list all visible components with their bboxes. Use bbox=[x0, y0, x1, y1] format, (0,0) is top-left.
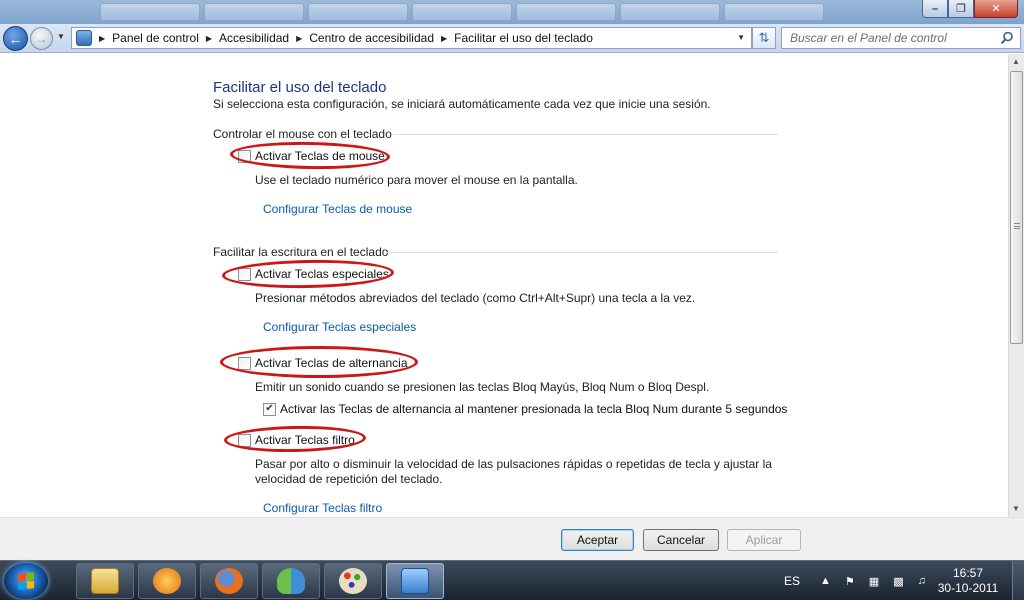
breadcrumb-panel-de-control[interactable]: Panel de control bbox=[112, 31, 199, 45]
control-panel-icon bbox=[76, 30, 92, 46]
section-heading-typing: Facilitar la escritura en el teclado bbox=[213, 245, 778, 259]
chevron-right-icon[interactable]: ▶ bbox=[296, 34, 302, 43]
clock[interactable]: 16:57 30-10-2011 bbox=[930, 566, 1006, 596]
scroll-up-icon[interactable]: ▲ bbox=[1012, 57, 1020, 66]
page-title: Facilitar el uso del teclado bbox=[213, 79, 387, 96]
toggle-keys-numlock-checkbox[interactable]: ✔ bbox=[263, 402, 276, 416]
vertical-scrollbar[interactable]: ▲ ▼ bbox=[1008, 54, 1024, 517]
section-divider bbox=[387, 252, 778, 253]
highlight-annotation bbox=[229, 140, 391, 171]
taskbar-windows-explorer[interactable] bbox=[76, 563, 134, 599]
accept-button[interactable]: Aceptar bbox=[561, 529, 634, 551]
back-button[interactable]: ← bbox=[3, 26, 28, 51]
checkmark-icon: ✔ bbox=[265, 403, 274, 414]
clock-time: 16:57 bbox=[952, 566, 984, 580]
highlight-annotation bbox=[221, 258, 395, 290]
highlight-annotation bbox=[223, 424, 367, 454]
page-description: Si selecciona esta configuración, se ini… bbox=[213, 97, 711, 111]
navigation-bar: ← → ▼ ▶ Panel de control ▶ Accesibilidad… bbox=[0, 24, 1024, 53]
taskbar-messenger[interactable] bbox=[262, 563, 320, 599]
start-button[interactable] bbox=[4, 563, 48, 599]
maximize-button[interactable]: ❐ bbox=[948, 0, 974, 18]
search-box bbox=[781, 27, 1021, 49]
configure-filter-keys-link[interactable]: Configurar Teclas filtro bbox=[263, 501, 382, 515]
arrow-right-icon: → bbox=[35, 31, 48, 46]
dialog-button-bar: Aceptar Cancelar Aplicar bbox=[0, 517, 1024, 560]
refresh-icon: ⇅ bbox=[758, 30, 770, 45]
folder-icon bbox=[91, 568, 119, 594]
arrow-left-icon: ← bbox=[8, 30, 23, 47]
section-heading-mouse: Controlar el mouse con el teclado bbox=[213, 127, 778, 141]
breadcrumb-centro-de-accesibilidad[interactable]: Centro de accesibilidad bbox=[309, 31, 434, 45]
cancel-button[interactable]: Cancelar bbox=[643, 529, 719, 551]
main-content: Facilitar el uso del teclado Si seleccio… bbox=[0, 54, 1008, 517]
apply-button[interactable]: Aplicar bbox=[727, 529, 801, 551]
filter-keys-description: Pasar por alto o disminuir la velocidad … bbox=[255, 457, 772, 487]
device-icon[interactable]: ▦ bbox=[869, 575, 879, 588]
windows-logo-icon bbox=[18, 572, 34, 590]
background-taskbar-reflection bbox=[100, 3, 824, 23]
highlight-annotation bbox=[220, 346, 418, 378]
media-player-icon bbox=[153, 568, 181, 594]
scrollbar-thumb[interactable] bbox=[1010, 71, 1023, 344]
search-input[interactable] bbox=[782, 28, 992, 48]
action-center-flag-icon[interactable]: ⚑ bbox=[845, 575, 855, 588]
control-panel-icon bbox=[401, 568, 429, 594]
messenger-icon bbox=[277, 568, 305, 594]
breadcrumb-accesibilidad[interactable]: Accesibilidad bbox=[219, 31, 289, 45]
taskbar-paint[interactable] bbox=[324, 563, 382, 599]
firefox-icon bbox=[215, 568, 243, 594]
window-controls: – ❐ ✕ bbox=[922, 0, 1018, 18]
chevron-right-icon[interactable]: ▶ bbox=[99, 34, 105, 43]
taskbar: ES ▲ ⚑ ▦ ▩ ♫ 16:57 30-10-2011 bbox=[0, 560, 1024, 600]
configure-sticky-keys-link[interactable]: Configurar Teclas especiales bbox=[263, 320, 416, 334]
toggle-keys-numlock-label[interactable]: Activar las Teclas de alternancia al man… bbox=[280, 402, 787, 416]
configure-mouse-keys-link[interactable]: Configurar Teclas de mouse bbox=[263, 202, 412, 216]
toggle-keys-description: Emitir un sonido cuando se presionen las… bbox=[255, 380, 710, 394]
section-divider bbox=[393, 134, 778, 135]
breadcrumb-facilitar-el-uso-del-teclado[interactable]: Facilitar el uso del teclado bbox=[454, 31, 593, 45]
toggle-keys-numlock-option[interactable]: ✔ Activar las Teclas de alternancia al m… bbox=[263, 402, 787, 416]
filter-keys-description-line: Pasar por alto o disminuir la velocidad … bbox=[255, 457, 772, 471]
close-button[interactable]: ✕ bbox=[974, 0, 1018, 18]
search-icon[interactable] bbox=[1000, 31, 1014, 45]
section-heading-text: Controlar el mouse con el teclado bbox=[213, 127, 392, 141]
refresh-button[interactable]: ⇅ bbox=[752, 27, 776, 49]
taskbar-media-player[interactable] bbox=[138, 563, 196, 599]
window-title-bar: – ❐ ✕ bbox=[0, 0, 1024, 24]
show-desktop-button[interactable] bbox=[1012, 561, 1024, 600]
forward-button[interactable]: → bbox=[30, 27, 53, 50]
recent-pages-dropdown[interactable]: ▼ bbox=[57, 32, 65, 41]
sticky-keys-description: Presionar métodos abreviados del teclado… bbox=[255, 291, 696, 305]
network-signal-icon[interactable]: ▩ bbox=[893, 575, 903, 588]
grip-icon bbox=[1014, 223, 1020, 229]
mouse-keys-description: Use el teclado numérico para mover el mo… bbox=[255, 173, 578, 187]
show-hidden-icons-icon[interactable]: ▲ bbox=[820, 575, 831, 587]
minimize-button[interactable]: – bbox=[922, 0, 948, 18]
filter-keys-description-line: velocidad de repetición del teclado. bbox=[255, 472, 443, 486]
system-tray: ES ▲ ⚑ ▦ ▩ ♫ bbox=[772, 561, 926, 600]
chevron-down-icon[interactable]: ▼ bbox=[737, 33, 745, 42]
taskbar-control-panel[interactable] bbox=[386, 563, 444, 599]
section-heading-text: Facilitar la escritura en el teclado bbox=[213, 245, 389, 259]
address-bar[interactable]: ▶ Panel de control ▶ Accesibilidad ▶ Cen… bbox=[71, 27, 752, 49]
taskbar-firefox[interactable] bbox=[200, 563, 258, 599]
paint-palette-icon bbox=[339, 568, 367, 594]
clock-date: 30-10-2011 bbox=[937, 581, 999, 595]
chevron-right-icon[interactable]: ▶ bbox=[206, 34, 212, 43]
volume-icon[interactable]: ♫ bbox=[918, 575, 926, 587]
chevron-right-icon[interactable]: ▶ bbox=[441, 34, 447, 43]
language-indicator[interactable]: ES bbox=[784, 574, 800, 588]
scroll-down-icon[interactable]: ▼ bbox=[1012, 504, 1020, 513]
